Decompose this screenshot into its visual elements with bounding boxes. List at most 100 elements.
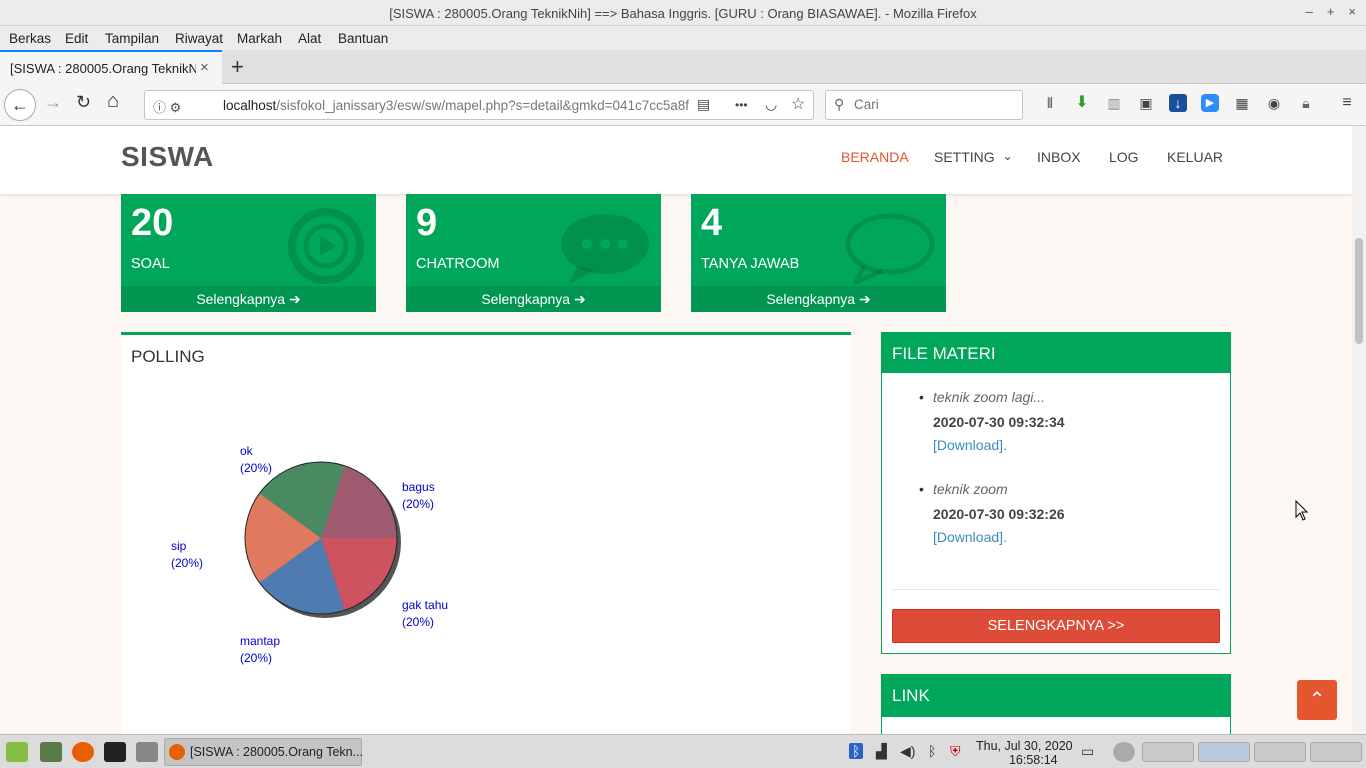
clock-date: Thu, Jul 30, 2020 bbox=[976, 739, 1073, 753]
menu-bantuan[interactable]: Bantuan bbox=[338, 31, 388, 46]
download-manager-icon[interactable]: ↓ bbox=[1169, 94, 1187, 112]
home-button[interactable]: ⌂ bbox=[107, 90, 119, 113]
speech-bubble-icon bbox=[845, 213, 935, 284]
selengkapnya-button[interactable]: SELENGKAPNYA >> bbox=[892, 609, 1220, 643]
pie-label-sip: sip (20%) bbox=[171, 538, 203, 572]
stat-more-link[interactable]: Selengkapnya ➔ bbox=[121, 286, 376, 312]
polling-card: POLLING bagus (20%) gak tahu (20%) manta… bbox=[121, 332, 851, 752]
account-icon[interactable]: ◉ bbox=[1265, 94, 1283, 112]
stat-box-soal: 20 SOAL Selengkapnya ➔ bbox=[121, 194, 376, 312]
menu-alat[interactable]: Alat bbox=[298, 31, 321, 46]
battery-icon[interactable]: ▭ bbox=[1081, 743, 1094, 760]
download-link[interactable]: [Download]. bbox=[933, 437, 1007, 453]
clock[interactable]: Thu, Jul 30, 2020 16:58:14 bbox=[976, 739, 1073, 767]
nav-log[interactable]: LOG bbox=[1109, 149, 1139, 165]
chat-bubble-icon bbox=[561, 214, 649, 284]
forward-button[interactable]: → bbox=[44, 92, 62, 113]
clock-time: 16:58:14 bbox=[1008, 753, 1058, 767]
pocket-icon[interactable]: ◡ bbox=[765, 96, 777, 113]
tab-close-icon[interactable]: × bbox=[200, 59, 209, 76]
file-name: teknik zoom bbox=[933, 481, 1008, 497]
bluetooth-icon[interactable]: ᛒ bbox=[928, 743, 936, 759]
pie-label-name: ok bbox=[240, 444, 253, 458]
terminal-icon[interactable] bbox=[104, 742, 126, 762]
mouse-cursor-icon bbox=[1295, 500, 1309, 521]
tab-title: [SISWA : 280005.Orang TeknikNih] bbox=[10, 61, 196, 76]
nav-keluar[interactable]: KELUAR bbox=[1167, 149, 1223, 165]
taskbar: [SISWA : 280005.Orang Tekn... ᛒ ▟ ◀) ᛒ ⛨… bbox=[0, 734, 1366, 768]
search-input[interactable] bbox=[854, 97, 1014, 112]
stat-more-link[interactable]: Selengkapnya ➔ bbox=[406, 286, 661, 312]
menu-riwayat[interactable]: Riwayat bbox=[175, 31, 223, 46]
workspace-2[interactable] bbox=[1198, 742, 1250, 762]
site-brand[interactable]: SISWA bbox=[121, 141, 214, 173]
nav-setting[interactable]: SETTING ⌄ bbox=[934, 149, 1013, 165]
update-shield-icon[interactable]: ⛨ bbox=[950, 743, 961, 760]
back-button[interactable]: ← bbox=[4, 89, 36, 121]
lock-icon[interactable]: 🔒︎ bbox=[1297, 94, 1315, 112]
url-text[interactable]: localhost/sisfokol_janissary3/esw/sw/map… bbox=[223, 98, 689, 113]
library-icon[interactable]: ⫴ bbox=[1041, 94, 1059, 112]
hamburger-menu-icon[interactable]: ≡ bbox=[1338, 94, 1356, 112]
maximize-button[interactable]: + bbox=[1327, 4, 1335, 19]
reader-view-icon[interactable]: ▤ bbox=[697, 96, 710, 113]
site-info-icon[interactable]: ⓘ ⚙ bbox=[153, 97, 181, 116]
show-desktop-icon[interactable] bbox=[40, 742, 62, 762]
tab-active[interactable]: [SISWA : 280005.Orang TeknikNih] × bbox=[0, 50, 222, 85]
taskbar-window-firefox[interactable]: [SISWA : 280005.Orang Tekn... bbox=[164, 738, 363, 766]
play-circle-icon bbox=[288, 208, 364, 284]
menu-markah[interactable]: Markah bbox=[237, 31, 282, 46]
download-link[interactable]: [Download]. bbox=[933, 529, 1007, 545]
nav-inbox[interactable]: INBOX bbox=[1037, 149, 1081, 165]
qr-code-icon[interactable]: ▦ bbox=[1233, 94, 1251, 112]
workspace-icon[interactable] bbox=[1113, 742, 1135, 762]
vertical-scrollbar[interactable] bbox=[1352, 126, 1366, 734]
extension-icon[interactable]: ▥ bbox=[1105, 94, 1123, 112]
minimize-button[interactable]: – bbox=[1306, 4, 1313, 19]
network-signal-icon[interactable]: ▟ bbox=[876, 743, 887, 760]
pie-label-mantap: mantap (20%) bbox=[240, 633, 280, 667]
url-path: /sisfokol_janissary3/esw/sw/mapel.php?s=… bbox=[276, 98, 689, 113]
pie-label-pct: (20%) bbox=[402, 497, 435, 511]
volume-icon[interactable]: ◀) bbox=[900, 743, 915, 760]
menu-tampilan[interactable]: Tampilan bbox=[105, 31, 159, 46]
scroll-to-top-button[interactable]: ⌃ bbox=[1297, 680, 1337, 720]
workspace-4[interactable] bbox=[1310, 742, 1362, 762]
polling-title: POLLING bbox=[131, 347, 205, 366]
tab-bar: [SISWA : 280005.Orang TeknikNih] × + bbox=[0, 50, 1366, 85]
mint-menu-icon[interactable] bbox=[6, 742, 28, 762]
pie-label-gak-tahu: gak tahu (20%) bbox=[402, 597, 448, 631]
workspace-1[interactable] bbox=[1142, 742, 1194, 762]
stat-more-link[interactable]: Selengkapnya ➔ bbox=[691, 286, 946, 312]
url-bar[interactable]: ⓘ ⚙ localhost/sisfokol_janissary3/esw/sw… bbox=[144, 90, 814, 120]
bookmark-star-icon[interactable]: ☆ bbox=[791, 94, 805, 114]
pie-label-ok: ok (20%) bbox=[240, 443, 272, 477]
nav-beranda[interactable]: BERANDA bbox=[841, 149, 909, 165]
download-arrow-icon[interactable]: ⬇ bbox=[1073, 94, 1091, 112]
pie-label-pct: (20%) bbox=[240, 461, 273, 475]
stat-value: 4 bbox=[701, 202, 723, 244]
bluetooth-tray-icon[interactable]: ᛒ bbox=[849, 743, 864, 759]
reload-button[interactable]: ↻ bbox=[76, 92, 91, 113]
menu-edit[interactable]: Edit bbox=[65, 31, 88, 46]
stat-label: CHATROOM bbox=[416, 256, 500, 272]
new-tab-button[interactable]: + bbox=[231, 54, 244, 80]
window-controls: – + × bbox=[1306, 4, 1356, 19]
file-materi-card: FILE MATERI • teknik zoom lagi... 2020-0… bbox=[881, 332, 1231, 654]
search-box[interactable]: ⚲ bbox=[825, 90, 1023, 120]
menu-berkas[interactable]: Berkas bbox=[9, 31, 51, 46]
files-launcher-icon[interactable] bbox=[136, 742, 158, 762]
scrollbar-thumb[interactable] bbox=[1355, 238, 1363, 344]
divider bbox=[892, 589, 1220, 590]
stat-box-chatroom: 9 CHATROOM Selengkapnya ➔ bbox=[406, 194, 661, 312]
sidebar-icon[interactable]: ▣ bbox=[1137, 94, 1155, 112]
file-date: 2020-07-30 09:32:26 bbox=[933, 506, 1065, 522]
stat-label: TANYA JAWAB bbox=[701, 256, 800, 272]
workspace-3[interactable] bbox=[1254, 742, 1306, 762]
zoom-icon[interactable]: ▶ bbox=[1201, 94, 1219, 112]
close-window-button[interactable]: × bbox=[1348, 4, 1356, 19]
page-actions-button[interactable]: ••• bbox=[735, 98, 748, 112]
search-icon: ⚲ bbox=[834, 96, 845, 112]
firefox-icon bbox=[169, 744, 185, 760]
firefox-launcher-icon[interactable] bbox=[72, 742, 94, 762]
